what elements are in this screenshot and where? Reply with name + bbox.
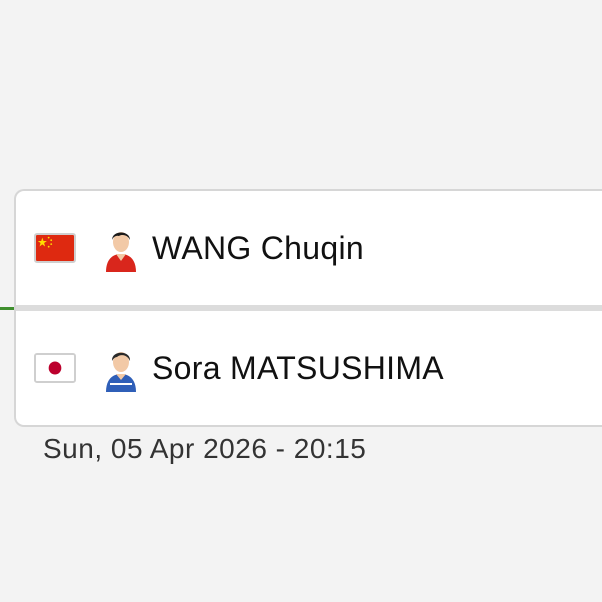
china-flag-icon [34,233,76,263]
match-datetime: Sun, 05 Apr 2026 - 20:15 [43,433,367,464]
player-avatar-icon [100,224,142,272]
match-card[interactable]: WANG Chuqin Sora MATSUSHIMA [14,189,602,427]
player-name: WANG Chuqin [152,229,364,266]
player-row-1[interactable]: WANG Chuqin [16,191,602,305]
player-avatar-icon [100,344,142,392]
japan-flag-icon [34,353,76,383]
player-row-2[interactable]: Sora MATSUSHIMA [16,311,602,425]
player-name: Sora MATSUSHIMA [152,349,444,386]
